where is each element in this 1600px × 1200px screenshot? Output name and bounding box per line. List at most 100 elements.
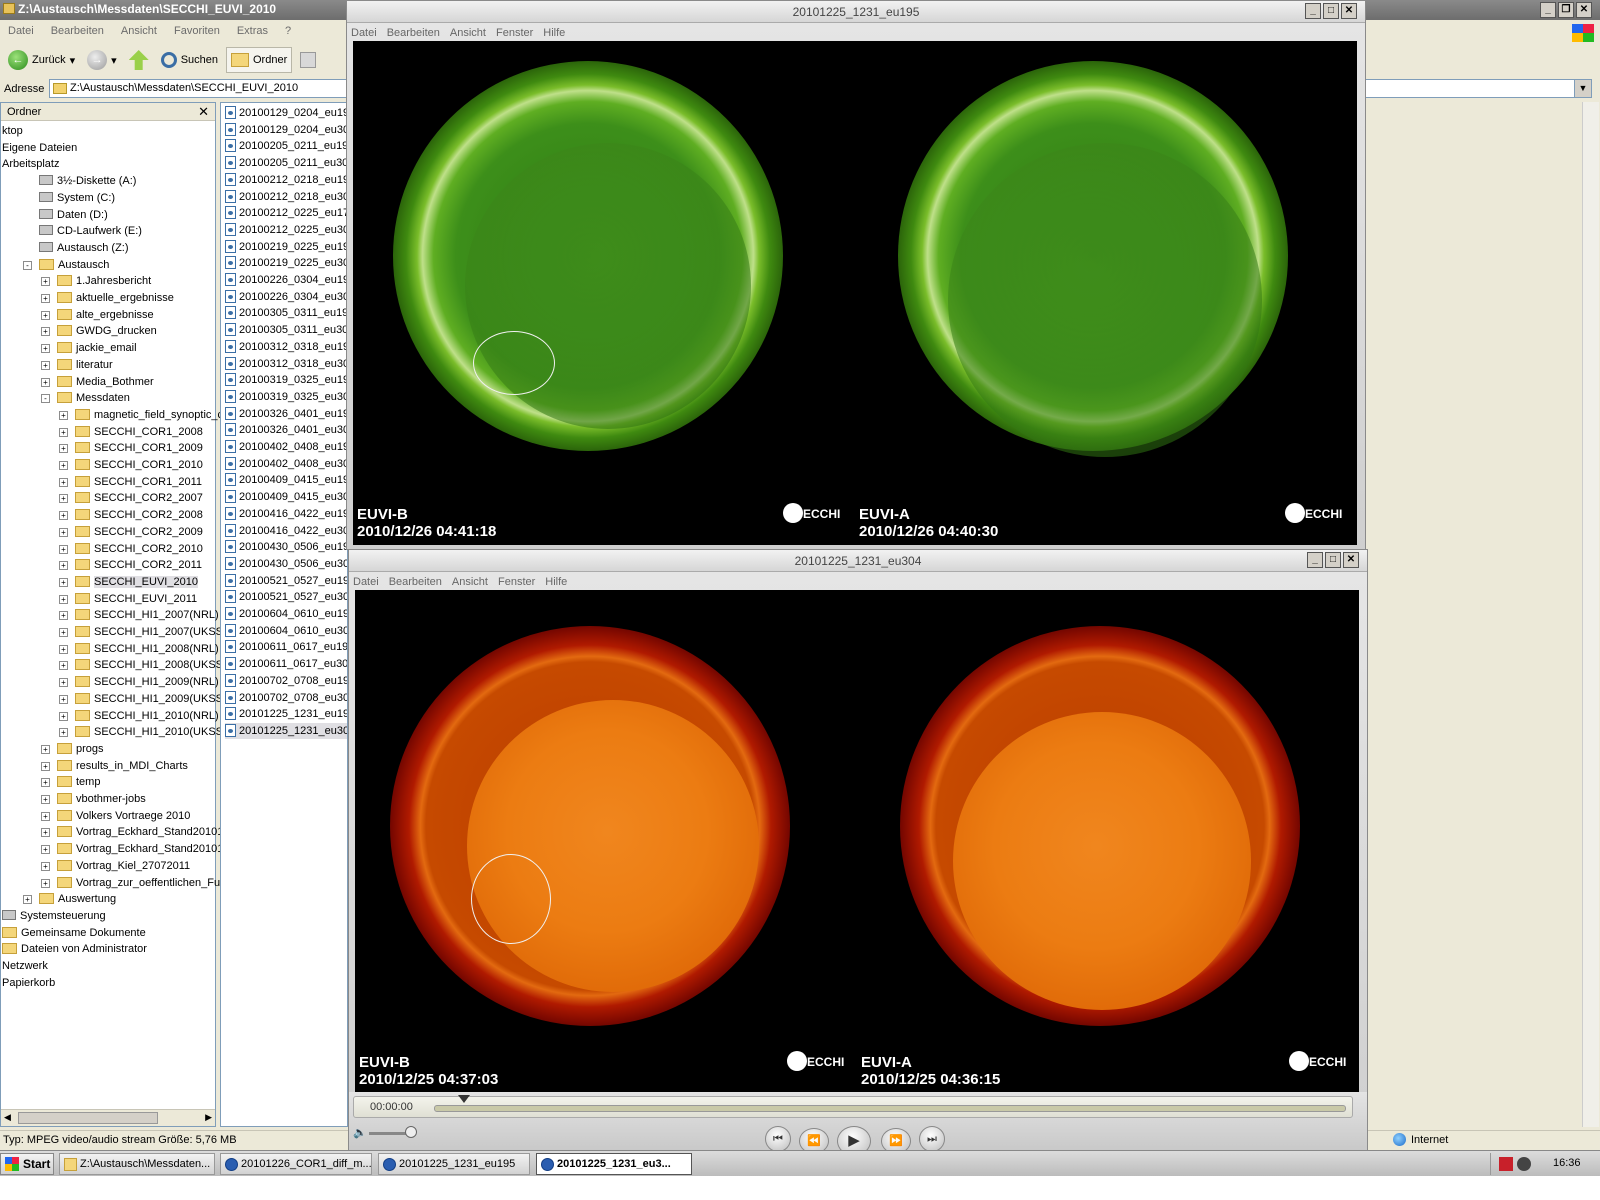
expand-icon[interactable]: + [41,795,50,804]
video-frame-eu195[interactable]: EUVI-B 2010/12/26 04:41:18 SECCHI EUVI-A… [353,41,1357,545]
video-frame-eu304[interactable]: EUVI-B 2010/12/25 04:37:03 SECCHI EUVI-A… [355,590,1359,1094]
maximize-button[interactable]: □ [1323,3,1339,19]
tree-horizontal-scrollbar[interactable]: ◀ ▶ [1,1109,215,1126]
expand-icon[interactable]: + [59,561,68,571]
expand-icon[interactable]: + [59,410,68,420]
back-dropdown-icon[interactable]: ▾ [70,54,76,67]
expand-icon[interactable]: + [41,878,50,888]
expand-icon[interactable]: + [59,577,68,587]
address-dropdown-icon[interactable]: ▼ [1574,80,1591,97]
close-button[interactable]: ✕ [1343,552,1359,568]
menu-fenster[interactable]: Fenster [498,573,535,591]
file-item[interactable]: 20100305_0311_eu19 [225,305,347,321]
menu-hilfe[interactable]: Hilfe [543,24,565,42]
minimize-button[interactable]: _ [1307,552,1323,568]
expand-icon[interactable]: + [23,895,32,905]
file-item[interactable]: 20100205_0211_eu30 [225,155,347,171]
forward-dropdown-icon[interactable]: ▾ [111,54,117,67]
file-item[interactable]: 20100604_0610_eu19 [225,606,347,622]
file-item[interactable]: 20100319_0325_eu19 [225,372,347,388]
scroll-thumb[interactable] [18,1112,158,1124]
close-button[interactable]: ✕ [1341,3,1357,19]
file-item[interactable]: 20100611_0617_eu19 [225,639,347,655]
up-folder-button[interactable] [125,47,153,73]
file-item[interactable]: 20100129_0204_eu30 [225,122,347,138]
expand-icon[interactable]: + [41,277,50,287]
expand-icon[interactable]: + [41,845,50,855]
file-item[interactable]: 20100430_0506_eu19 [225,539,347,555]
taskbar-button[interactable]: Z:\Austausch\Messdaten... [59,1153,215,1175]
menu-ansicht[interactable]: Ansicht [450,24,486,42]
file-item[interactable]: 20100319_0325_eu30 [225,389,347,405]
file-item[interactable]: 20100312_0318_eu19 [225,339,347,355]
expand-icon[interactable]: + [41,310,50,320]
antivirus-icon[interactable] [1499,1157,1513,1171]
taskbar-button[interactable]: 20101225_1231_eu3... [536,1153,692,1175]
close-icon[interactable]: ✕ [198,104,209,120]
volume-icon[interactable]: 🔈 [353,1126,367,1139]
expand-icon[interactable]: + [59,444,68,454]
taskbar-button[interactable]: 20101225_1231_eu195 [378,1153,530,1175]
expand-icon[interactable]: + [59,527,68,537]
file-item[interactable]: 20100702_0708_eu30 [225,690,347,706]
file-item[interactable]: 20100305_0311_eu30 [225,322,347,338]
file-item[interactable]: 20100326_0401_eu30 [225,422,347,438]
volume-knob[interactable] [405,1126,417,1138]
menu-help[interactable]: ? [285,25,291,42]
menu-datei[interactable]: Datei [353,573,379,591]
expand-icon[interactable]: + [59,711,68,721]
scroll-left-icon[interactable]: ◀ [4,1112,11,1123]
menu-fenster[interactable]: Fenster [496,24,533,42]
file-item[interactable]: 20100521_0527_eu19 [225,573,347,589]
close-button[interactable]: ✕ [1576,2,1592,18]
collapse-icon[interactable]: - [41,394,50,404]
skip-end-button[interactable]: ⏭ [919,1126,945,1152]
file-item[interactable]: 20100212_0225_eu17 [225,205,347,221]
menu-datei[interactable]: Datei [8,25,34,42]
menu-bearbeiten[interactable]: Bearbeiten [387,24,440,42]
skip-start-button[interactable]: ⏮ [765,1126,791,1152]
expand-icon[interactable]: + [59,427,68,437]
file-item[interactable]: 20101225_1231_eu30 [225,722,347,739]
expand-icon[interactable]: + [59,694,68,704]
file-item[interactable]: 20100521_0527_eu30 [225,589,347,605]
file-item[interactable]: 20100226_0304_eu30 [225,289,347,305]
tray-app-icon[interactable] [1517,1157,1531,1171]
file-item[interactable]: 20100702_0708_eu19 [225,673,347,689]
file-item[interactable]: 20100312_0318_eu30 [225,356,347,372]
expand-icon[interactable]: + [41,327,50,337]
file-item[interactable]: 20100402_0408_eu30 [225,456,347,472]
menu-datei[interactable]: Datei [351,24,377,42]
menu-favoriten[interactable]: Favoriten [174,25,220,42]
file-item[interactable]: 20100129_0204_eu19 [225,105,347,121]
expand-icon[interactable]: + [59,544,68,554]
expand-icon[interactable]: + [59,494,68,504]
file-item[interactable]: 20100402_0408_eu19 [225,439,347,455]
menu-ansicht[interactable]: Ansicht [121,25,157,42]
expand-icon[interactable]: + [41,778,50,788]
back-button[interactable]: ← Zurück ▾ [4,47,79,73]
expand-icon[interactable]: + [41,861,50,871]
expand-icon[interactable]: + [59,728,68,738]
expand-icon[interactable]: + [59,611,68,621]
minimize-button[interactable]: _ [1540,2,1556,18]
file-item[interactable]: 20100219_0225_eu30 [225,255,347,271]
file-item[interactable]: 20100611_0617_eu30 [225,656,347,672]
expand-icon[interactable]: + [59,678,68,688]
file-item[interactable]: 20100409_0415_eu30 [225,489,347,505]
collapse-icon[interactable]: - [23,260,32,270]
search-button[interactable]: Suchen [157,47,222,73]
expand-icon[interactable]: + [59,461,68,470]
expand-icon[interactable]: + [59,594,68,604]
timeline-track[interactable] [434,1105,1346,1112]
file-item[interactable]: 20100212_0218_eu19 [225,172,347,188]
file-item[interactable]: 20100430_0506_eu30 [225,556,347,572]
scroll-right-icon[interactable]: ▶ [205,1112,212,1123]
file-item[interactable]: 20100219_0225_eu19 [225,239,347,255]
file-item[interactable]: 20100226_0304_eu19 [225,272,347,288]
taskbar-button[interactable]: 20101226_COR1_diff_m... [220,1153,372,1175]
expand-icon[interactable]: + [41,811,50,821]
forward-button[interactable]: → ▾ [83,47,121,73]
expand-icon[interactable]: + [59,477,68,487]
menu-extras[interactable]: Extras [237,25,268,42]
